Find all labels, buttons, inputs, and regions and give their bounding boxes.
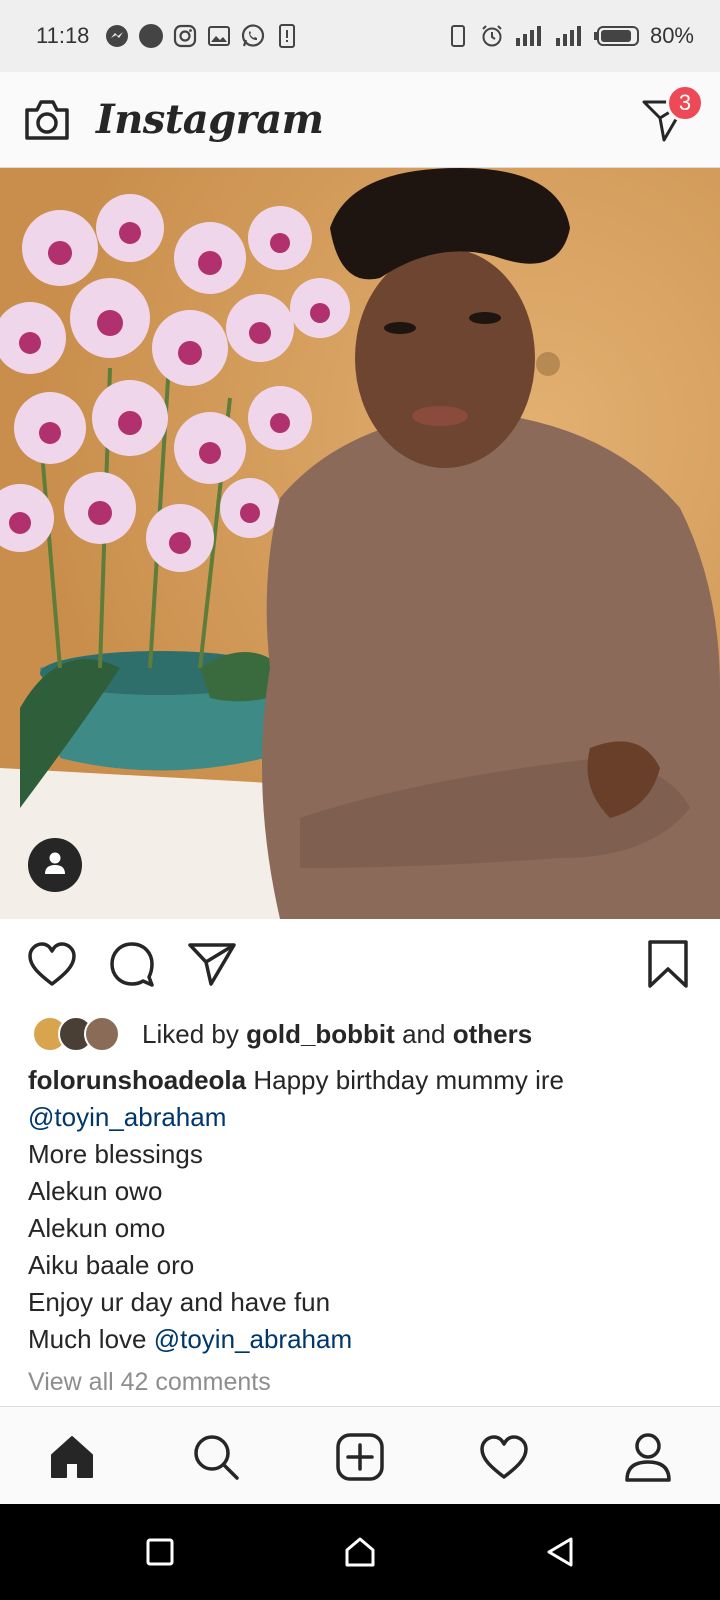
heart-icon[interactable] <box>24 936 80 992</box>
battery-icon <box>593 24 640 48</box>
vibrate-icon <box>446 24 470 48</box>
sim-alert-icon <box>275 24 299 48</box>
liked-by-row[interactable]: Liked by gold_bobbit and others <box>28 1012 532 1056</box>
instagram-icon <box>173 24 197 48</box>
battery-percentage: 80% <box>649 23 694 48</box>
direct-messages-button[interactable]: 3 <box>638 84 704 146</box>
comment-icon[interactable] <box>104 936 160 992</box>
status-bar: 11:18 80% <box>0 0 720 72</box>
caption-first-line: folorunshoadeola Happy birthday mummy ir… <box>28 1062 698 1099</box>
caption-line: Aiku baale oro <box>28 1250 195 1280</box>
liked-by-user[interactable]: gold_bobbit <box>246 1019 395 1049</box>
avatar <box>84 1016 120 1052</box>
liker-avatars <box>28 1014 128 1054</box>
signal-icon <box>554 24 584 48</box>
tag-people-button[interactable] <box>28 838 82 892</box>
status-time: 11:18 <box>36 23 90 48</box>
system-navigation <box>0 1504 720 1600</box>
post-actions <box>0 936 720 992</box>
user-tag-icon <box>42 850 68 881</box>
gallery-icon <box>207 24 231 48</box>
liked-by-others[interactable]: others <box>453 1019 532 1049</box>
caption-text: Happy birthday mummy ire <box>253 1065 565 1095</box>
status-right: 80% <box>446 23 694 49</box>
post-caption: folorunshoadeola Happy birthday mummy ir… <box>28 1062 698 1358</box>
caption-last-line: Much love @toyin_abraham <box>28 1321 698 1358</box>
liked-by-and: and <box>402 1018 446 1049</box>
liked-by-text: Liked by gold_bobbit and others <box>142 1019 532 1050</box>
caption-line: Enjoy ur day and have fun <box>28 1287 331 1317</box>
new-post-icon[interactable] <box>332 1429 388 1485</box>
status-left: 11:18 <box>36 23 299 49</box>
post-photo <box>0 168 720 919</box>
alarm-icon <box>480 24 504 48</box>
home-icon[interactable] <box>340 1532 380 1572</box>
direct-badge: 3 <box>666 84 704 122</box>
caption-username[interactable]: folorunshoadeola <box>28 1065 246 1095</box>
post-image[interactable] <box>0 168 720 919</box>
brand-logo: Instagram <box>96 96 324 143</box>
recents-icon[interactable] <box>140 1532 180 1572</box>
caption-line: Alekun omo <box>28 1213 166 1243</box>
camera-icon[interactable] <box>22 95 72 145</box>
caption-text: Much love <box>28 1324 147 1354</box>
back-icon[interactable] <box>540 1532 580 1572</box>
view-all-comments-link[interactable]: View all 42 comments <box>28 1368 271 1397</box>
dot-icon <box>139 24 164 48</box>
profile-icon[interactable] <box>620 1429 676 1485</box>
bottom-navigation <box>0 1406 720 1504</box>
caption-line: More blessings <box>28 1139 203 1169</box>
activity-icon[interactable] <box>476 1429 532 1485</box>
bookmark-icon[interactable] <box>640 936 696 992</box>
home-icon[interactable] <box>44 1429 100 1485</box>
caption-mention[interactable]: @toyin_abraham <box>28 1102 226 1132</box>
app-header: Instagram 3 <box>0 72 720 168</box>
send-icon[interactable] <box>184 936 240 992</box>
search-icon[interactable] <box>188 1429 244 1485</box>
caption-mention[interactable]: @toyin_abraham <box>154 1324 352 1354</box>
liked-by-prefix: Liked by <box>142 1018 239 1049</box>
signal-icon <box>514 24 544 48</box>
caption-line: Alekun owo <box>28 1176 163 1206</box>
whatsapp-icon <box>241 24 265 48</box>
messenger-icon <box>105 24 129 48</box>
